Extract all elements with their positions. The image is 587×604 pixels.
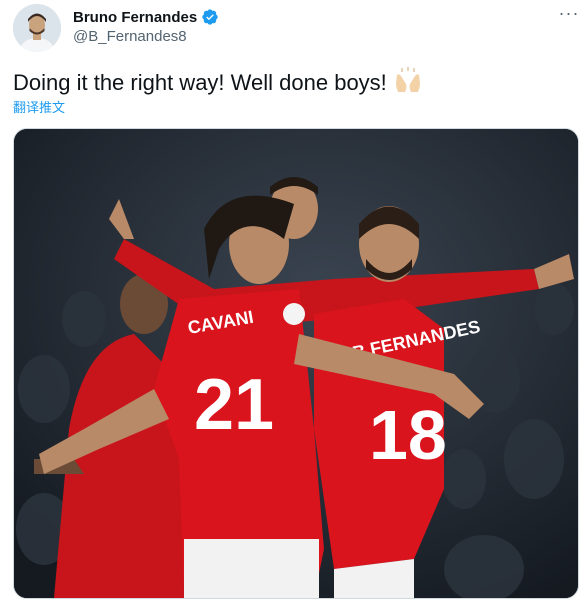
- more-options-button[interactable]: ···: [554, 2, 584, 28]
- author-display-name[interactable]: Bruno Fernandes: [73, 9, 197, 26]
- raising-hands-emoji-icon: [395, 67, 420, 92]
- tweet-media-photo[interactable]: B.FERNANDES 18 CAVANI 21: [13, 128, 579, 599]
- profile-avatar-icon: [13, 4, 61, 52]
- tweet-text: Doing it the right way! Well done boys!: [13, 67, 423, 96]
- celebration-photo: B.FERNANDES 18 CAVANI 21: [14, 129, 578, 598]
- author-handle[interactable]: @B_Fernandes8: [73, 28, 187, 45]
- author-avatar[interactable]: [13, 4, 61, 52]
- author-name-row[interactable]: Bruno Fernandes: [73, 7, 219, 27]
- verified-badge-icon: [202, 9, 218, 25]
- jersey-number-18: 18: [369, 396, 447, 474]
- tweet-text-content: Doing it the right way! Well done boys!: [13, 70, 387, 95]
- premier-league-badge-icon: [283, 303, 305, 325]
- jersey-number-21: 21: [194, 365, 274, 445]
- translate-tweet-link[interactable]: 翻译推文: [13, 97, 65, 116]
